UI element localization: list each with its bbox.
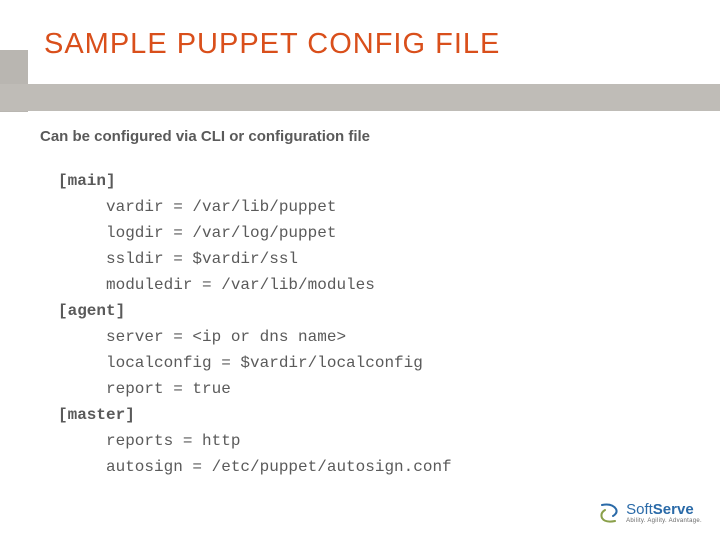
logo-tagline: Ability. Agility. Advantage. [626, 518, 702, 524]
logo-mark-icon [598, 502, 620, 524]
config-section-header: [agent] [58, 298, 452, 324]
config-entry: server = <ip or dns name> [58, 324, 452, 350]
title-underline-bar [0, 84, 720, 111]
config-section-header: [master] [58, 402, 452, 428]
config-section-header: [main] [58, 168, 452, 194]
logo-name-prefix: Soft [626, 501, 653, 518]
config-entry: ssldir = $vardir/ssl [58, 246, 452, 272]
logo-text: SoftServe Ability. Agility. Advantage. [626, 502, 702, 524]
config-entry: localconfig = $vardir/localconfig [58, 350, 452, 376]
config-entry: report = true [58, 376, 452, 402]
config-entry: autosign = /etc/puppet/autosign.conf [58, 454, 452, 480]
logo-name: SoftServe [626, 502, 702, 517]
slide-subtitle: Can be configured via CLI or configurati… [40, 128, 370, 145]
slide: SAMPLE PUPPET CONFIG FILE Can be configu… [0, 0, 720, 540]
config-file-snippet: [main] vardir = /var/lib/puppet logdir =… [58, 168, 452, 480]
slide-title: SAMPLE PUPPET CONFIG FILE [44, 28, 500, 61]
config-entry: vardir = /var/lib/puppet [58, 194, 452, 220]
config-entry: moduledir = /var/lib/modules [58, 272, 452, 298]
config-entry: reports = http [58, 428, 452, 454]
config-entry: logdir = /var/log/puppet [58, 220, 452, 246]
company-logo: SoftServe Ability. Agility. Advantage. [598, 502, 702, 524]
logo-name-suffix: Serve [653, 501, 694, 518]
